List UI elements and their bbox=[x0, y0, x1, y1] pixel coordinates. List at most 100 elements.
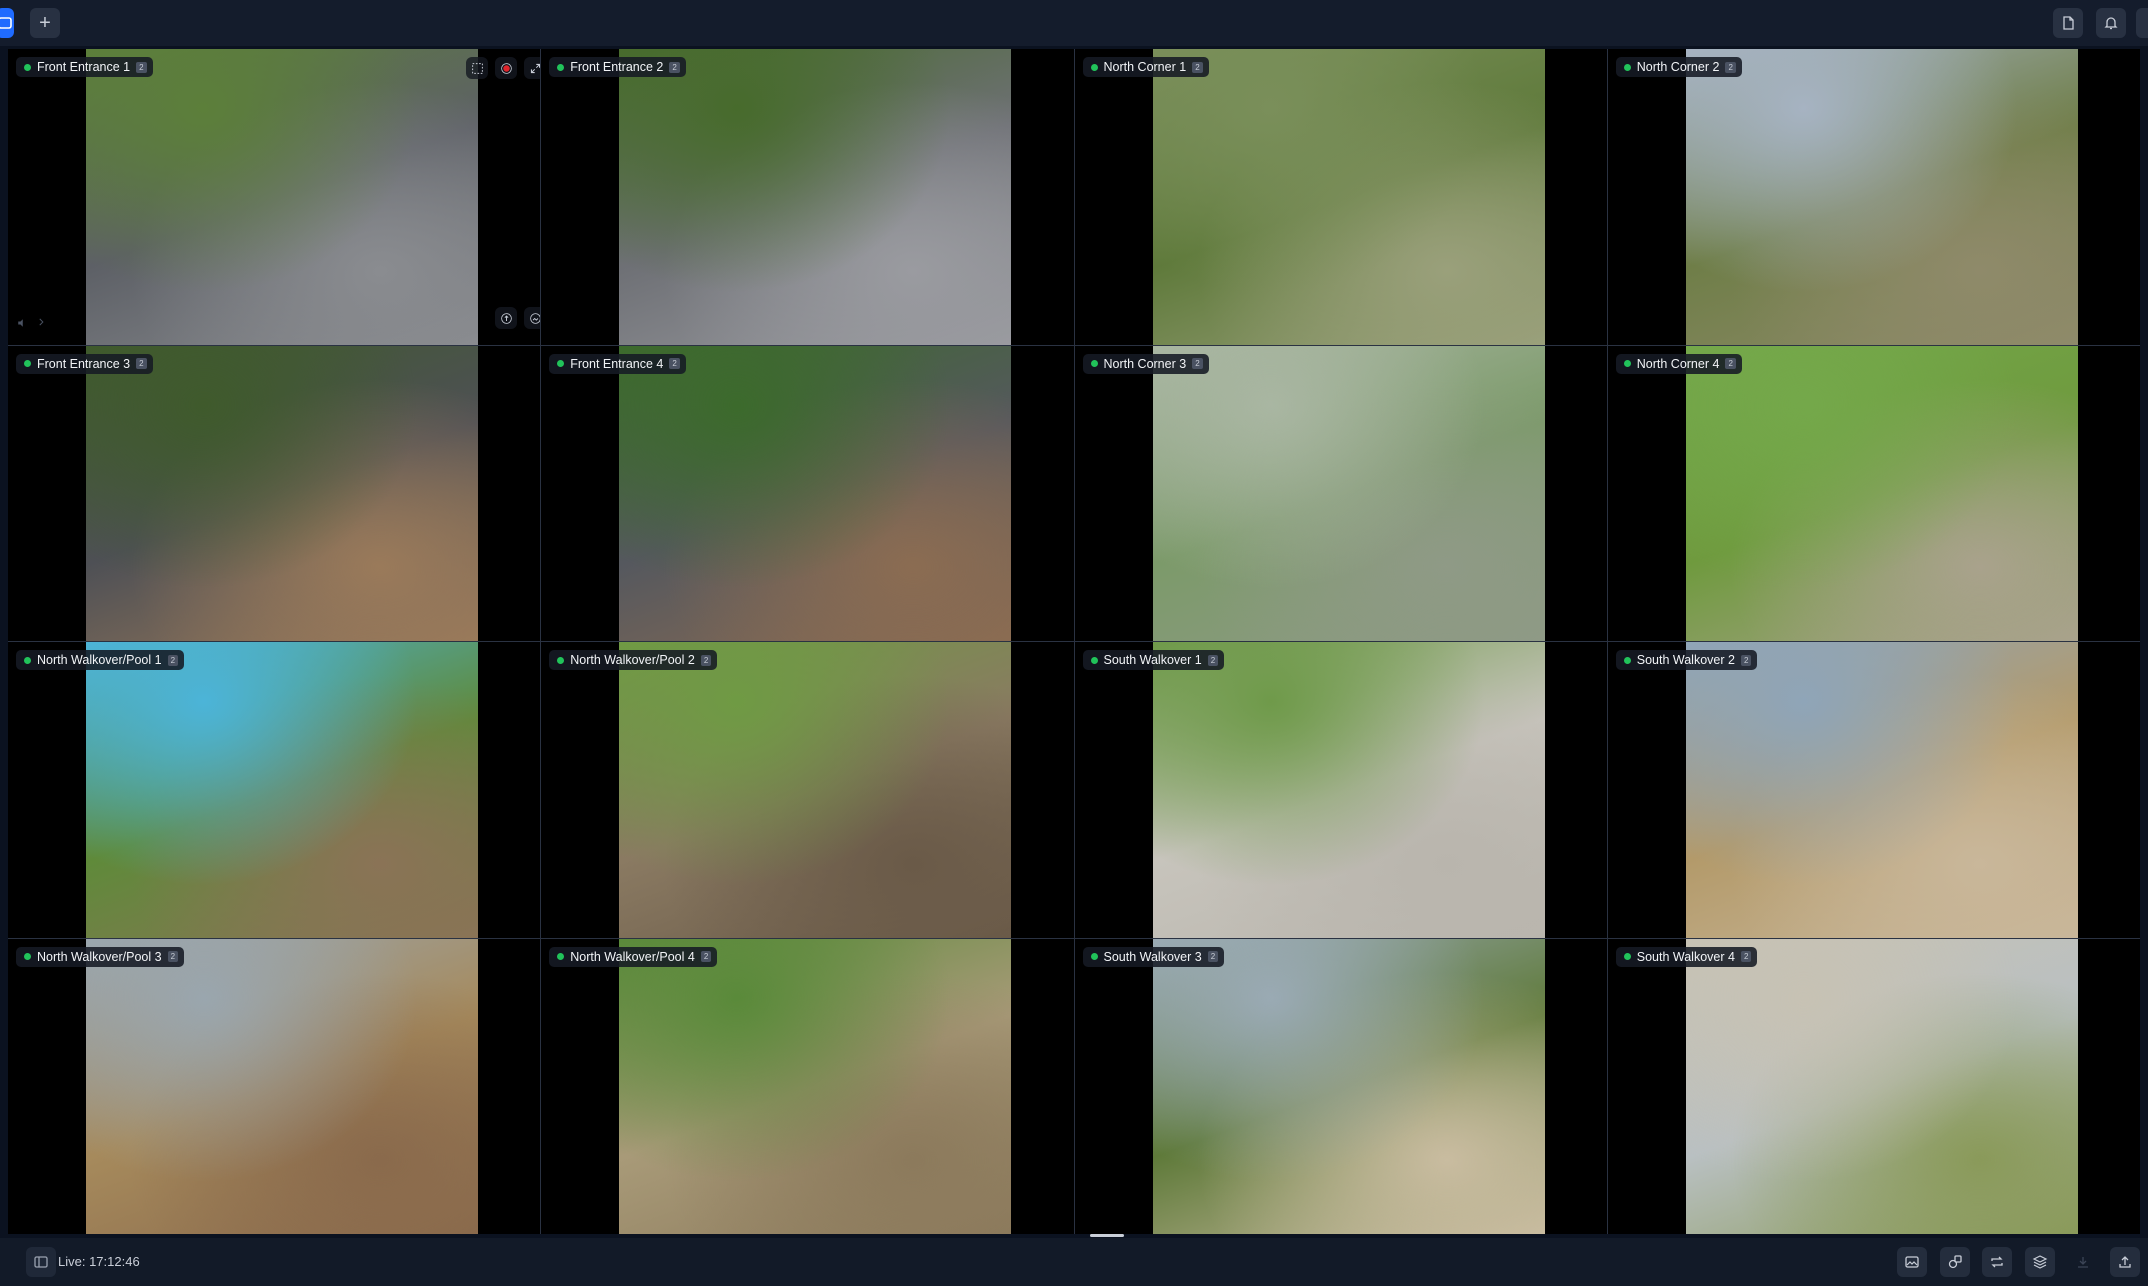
camera-tile[interactable]: South Walkover 2 2 bbox=[1607, 642, 2140, 938]
camera-feed-image bbox=[1152, 49, 1545, 345]
camera-tile[interactable]: Front Entrance 3 2 bbox=[8, 345, 541, 641]
camera-tile[interactable]: North Walkover/Pool 1 2 bbox=[8, 642, 541, 938]
camera-tile[interactable]: South Walkover 3 2 bbox=[1074, 938, 1607, 1234]
camera-tile[interactable]: North Walkover/Pool 3 2 bbox=[8, 938, 541, 1234]
layout-tab-button[interactable] bbox=[0, 8, 14, 38]
online-status-icon bbox=[24, 953, 31, 960]
top-bar: + bbox=[0, 0, 2148, 46]
camera-feed-image bbox=[86, 345, 478, 641]
online-status-icon bbox=[24, 63, 31, 71]
menu-button[interactable] bbox=[2136, 8, 2148, 38]
camera-tile[interactable]: South Walkover 1 2 bbox=[1074, 642, 1607, 938]
camera-label[interactable]: Front Entrance 4 2 bbox=[549, 353, 686, 374]
camera-label[interactable]: North Corner 2 2 bbox=[1615, 57, 1742, 77]
camera-feed-image bbox=[619, 345, 1012, 641]
camera-label[interactable]: Front Entrance 3 2 bbox=[16, 353, 153, 374]
camera-feed-image bbox=[86, 642, 478, 938]
camera-label[interactable]: North Corner 1 2 bbox=[1082, 57, 1209, 77]
camera-feed-image bbox=[619, 938, 1012, 1234]
camera-feed-image bbox=[1685, 938, 2078, 1234]
camera-feed-image bbox=[619, 49, 1012, 345]
record-button[interactable] bbox=[495, 57, 517, 79]
stream-badge: 2 bbox=[669, 358, 680, 369]
stream-badge: 2 bbox=[1740, 951, 1752, 962]
stream-badge: 2 bbox=[1207, 951, 1219, 962]
camera-tile[interactable]: North Corner 3 2 bbox=[1074, 345, 1607, 641]
camera-label[interactable]: North Corner 4 2 bbox=[1615, 353, 1742, 374]
camera-name: South Walkover 4 bbox=[1636, 949, 1735, 964]
share-button[interactable] bbox=[495, 307, 517, 329]
online-status-icon bbox=[1090, 63, 1098, 71]
online-status-icon bbox=[1090, 953, 1098, 960]
camera-label[interactable]: South Walkover 1 2 bbox=[1082, 650, 1225, 670]
stream-badge: 2 bbox=[1740, 654, 1752, 666]
record-icon bbox=[500, 62, 512, 74]
camera-tile[interactable]: North Corner 4 2 bbox=[1607, 345, 2140, 641]
camera-label[interactable]: South Walkover 3 2 bbox=[1082, 946, 1225, 967]
download-button[interactable] bbox=[2068, 1247, 2098, 1277]
repeat-icon bbox=[1991, 1256, 2003, 1268]
online-status-icon bbox=[557, 63, 565, 71]
camera-feed-image bbox=[1685, 345, 2078, 641]
camera-name: North Walkover/Pool 4 bbox=[570, 949, 695, 964]
camera-tile[interactable]: North Corner 1 2 bbox=[1074, 49, 1607, 345]
camera-label[interactable]: North Walkover/Pool 3 2 bbox=[16, 946, 185, 967]
camera-label[interactable]: Front Entrance 1 2 bbox=[16, 57, 153, 77]
camera-label[interactable]: South Walkover 4 2 bbox=[1615, 946, 1758, 967]
upload-icon bbox=[2119, 1256, 2131, 1268]
upload-icon bbox=[500, 312, 512, 324]
expand-icon bbox=[530, 63, 540, 73]
camera-tile[interactable]: North Walkover/Pool 2 2 bbox=[541, 642, 1074, 938]
camera-label[interactable]: North Walkover/Pool 2 2 bbox=[549, 650, 718, 670]
document-button[interactable] bbox=[2053, 8, 2083, 38]
snapshot-button[interactable] bbox=[1897, 1247, 1927, 1277]
camera-name: North Walkover/Pool 1 bbox=[37, 653, 162, 667]
camera-tile[interactable]: North Corner 2 2 bbox=[1607, 49, 2140, 345]
stream-badge: 2 bbox=[136, 358, 147, 369]
fullscreen-button[interactable] bbox=[524, 57, 541, 79]
plus-icon: + bbox=[39, 11, 51, 34]
stream-badge: 2 bbox=[1207, 654, 1219, 666]
online-status-icon bbox=[1623, 360, 1631, 367]
camera-tile[interactable]: South Walkover 4 2 bbox=[1607, 938, 2140, 1234]
shapes-button[interactable] bbox=[1940, 1247, 1970, 1277]
online-status-icon bbox=[1090, 656, 1098, 664]
bottom-bar: Live: 17:12:46 bbox=[0, 1238, 2148, 1286]
cycle-button[interactable] bbox=[1982, 1247, 2012, 1277]
camera-feed-image bbox=[1152, 345, 1545, 641]
online-status-icon bbox=[1623, 953, 1631, 960]
camera-feed-image bbox=[1685, 49, 2078, 345]
volume-icon[interactable] bbox=[16, 317, 30, 331]
layers-button[interactable] bbox=[2025, 1247, 2055, 1277]
camera-feed-image bbox=[86, 49, 478, 345]
grid-icon bbox=[0, 17, 12, 29]
camera-label[interactable]: South Walkover 2 2 bbox=[1615, 650, 1758, 670]
camera-tile[interactable]: North Walkover/Pool 4 2 bbox=[541, 938, 1074, 1234]
chevron-right-icon[interactable] bbox=[36, 317, 50, 331]
stream-badge: 2 bbox=[700, 654, 712, 666]
sidebar-icon bbox=[34, 1256, 48, 1268]
camera-name: North Corner 2 bbox=[1636, 60, 1720, 74]
online-status-icon bbox=[557, 360, 565, 367]
export-button[interactable] bbox=[2110, 1247, 2140, 1277]
stream-badge: 2 bbox=[1725, 61, 1736, 73]
resize-handle[interactable] bbox=[1090, 1234, 1124, 1237]
camera-label[interactable]: North Walkover/Pool 1 2 bbox=[16, 650, 185, 670]
stream-badge: 2 bbox=[669, 61, 680, 73]
grid-overlay-button[interactable] bbox=[466, 57, 488, 79]
camera-tile[interactable]: Front Entrance 2 2 bbox=[541, 49, 1074, 345]
snapshot-button[interactable] bbox=[524, 307, 541, 329]
notifications-button[interactable] bbox=[2096, 8, 2126, 38]
camera-feed-image bbox=[1152, 642, 1545, 938]
sidebar-toggle-button[interactable] bbox=[26, 1247, 56, 1277]
stream-badge: 2 bbox=[1192, 61, 1203, 73]
camera-name: Front Entrance 1 bbox=[37, 60, 131, 74]
camera-label[interactable]: Front Entrance 2 2 bbox=[549, 57, 686, 77]
add-view-button[interactable]: + bbox=[30, 8, 60, 38]
camera-tile[interactable]: Front Entrance 1 2 bbox=[8, 49, 541, 345]
shapes-icon bbox=[1948, 1255, 1962, 1269]
camera-label[interactable]: North Corner 3 2 bbox=[1082, 353, 1209, 374]
camera-tile[interactable]: Front Entrance 4 2 bbox=[541, 345, 1074, 641]
camera-label[interactable]: North Walkover/Pool 4 2 bbox=[549, 946, 718, 967]
stream-badge: 2 bbox=[136, 61, 147, 73]
